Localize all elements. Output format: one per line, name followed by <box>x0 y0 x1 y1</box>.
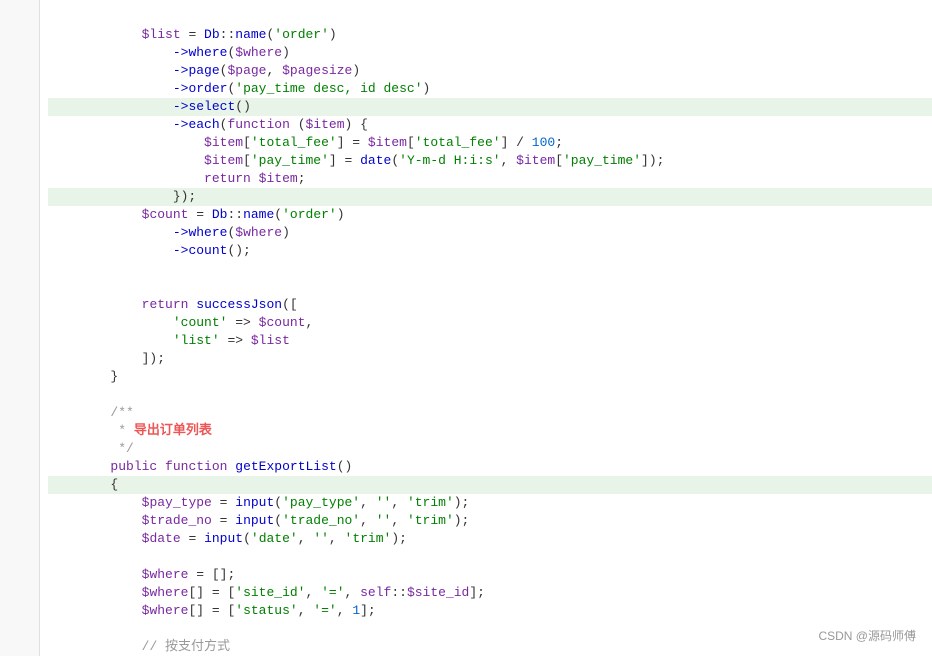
ln <box>0 584 39 602</box>
ln <box>0 98 39 116</box>
ln <box>0 512 39 530</box>
ln <box>0 350 39 368</box>
ln <box>0 458 39 476</box>
ln <box>0 62 39 80</box>
code-editor: $list = Db::name('order') ->where($where… <box>0 0 932 656</box>
code-line <box>48 260 932 278</box>
ln <box>0 260 39 278</box>
ln <box>0 80 39 98</box>
ln <box>0 296 39 314</box>
code-line: * 导出订单列表 <box>48 404 932 422</box>
code-line: public function getExportList() <box>48 440 932 458</box>
ln <box>0 548 39 566</box>
code-line: return successJson([ <box>48 278 932 296</box>
code-line: $pay_type = input('pay_type', '', 'trim'… <box>48 476 932 494</box>
ln <box>0 26 39 44</box>
code-lines: $list = Db::name('order') ->where($where… <box>40 0 932 656</box>
ln <box>0 170 39 188</box>
ln <box>0 620 39 638</box>
code-line: /** <box>48 386 932 404</box>
ln <box>0 404 39 422</box>
code-line: // 按支付方式 <box>48 620 932 638</box>
ln <box>0 494 39 512</box>
code-line: $list = Db::name('order') <box>48 8 932 26</box>
ln <box>0 638 39 656</box>
ln <box>0 530 39 548</box>
code-line: $where = []; <box>48 548 932 566</box>
ln <box>0 8 39 26</box>
ln <box>0 314 39 332</box>
ln <box>0 278 39 296</box>
ln <box>0 152 39 170</box>
code-area: $list = Db::name('order') ->where($where… <box>0 0 932 656</box>
ln <box>0 116 39 134</box>
code-line <box>48 368 932 386</box>
ln <box>0 566 39 584</box>
token: $list <box>110 27 180 42</box>
ln <box>0 386 39 404</box>
ln <box>0 476 39 494</box>
ln <box>0 368 39 386</box>
ln <box>0 206 39 224</box>
ln <box>0 242 39 260</box>
ln <box>0 440 39 458</box>
ln <box>0 422 39 440</box>
line-numbers <box>0 0 40 656</box>
ln <box>0 188 39 206</box>
ln <box>0 332 39 350</box>
ln <box>0 224 39 242</box>
ln <box>0 134 39 152</box>
watermark: CSDN @源码师傅 <box>818 627 916 644</box>
code-line: } <box>48 350 932 368</box>
ln <box>0 602 39 620</box>
ln <box>0 44 39 62</box>
